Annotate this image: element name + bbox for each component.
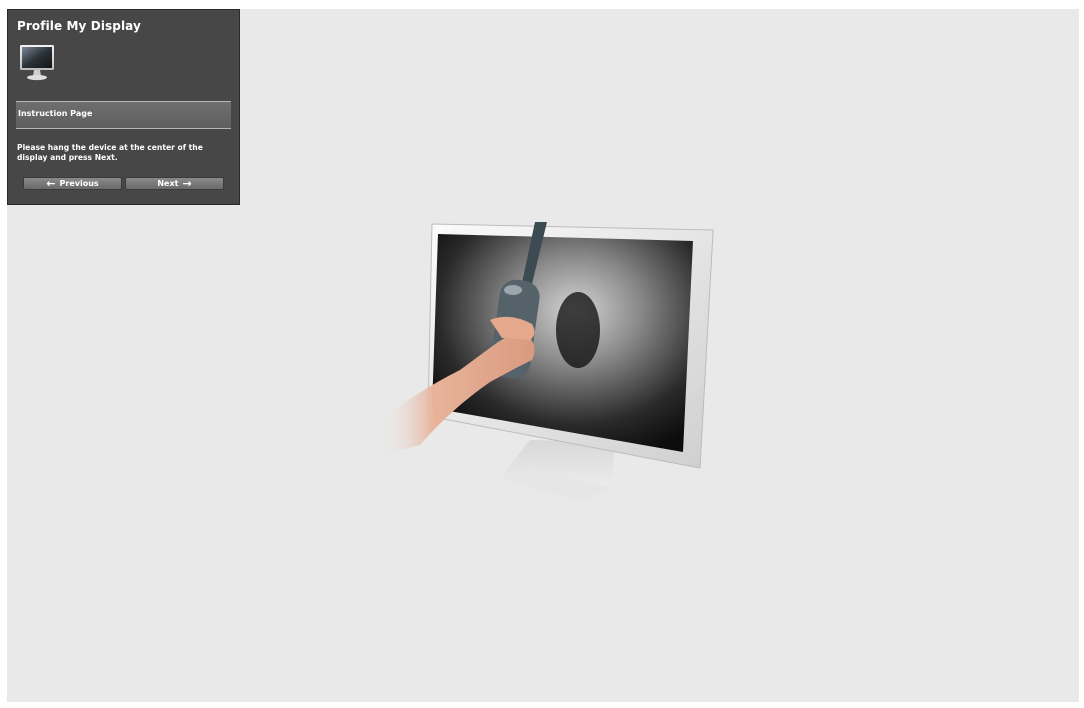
monitor-icon: [20, 45, 54, 81]
next-button-label: Next: [157, 179, 179, 188]
arrow-right-icon: →: [182, 177, 192, 190]
previous-button[interactable]: ← Previous: [23, 177, 122, 190]
previous-button-label: Previous: [59, 179, 99, 188]
next-button[interactable]: Next →: [125, 177, 224, 190]
instruction-text: Please hang the device at the center of …: [17, 143, 203, 162]
instruction-panel: Profile My Display Instruction Page Plea…: [7, 9, 240, 205]
monitor-with-colorimeter-illustration: [380, 222, 714, 502]
section-label: Instruction Page: [18, 109, 93, 118]
panel-title: Profile My Display: [17, 19, 141, 33]
section-header: Instruction Page: [16, 101, 231, 129]
arrow-left-icon: ←: [46, 177, 56, 190]
